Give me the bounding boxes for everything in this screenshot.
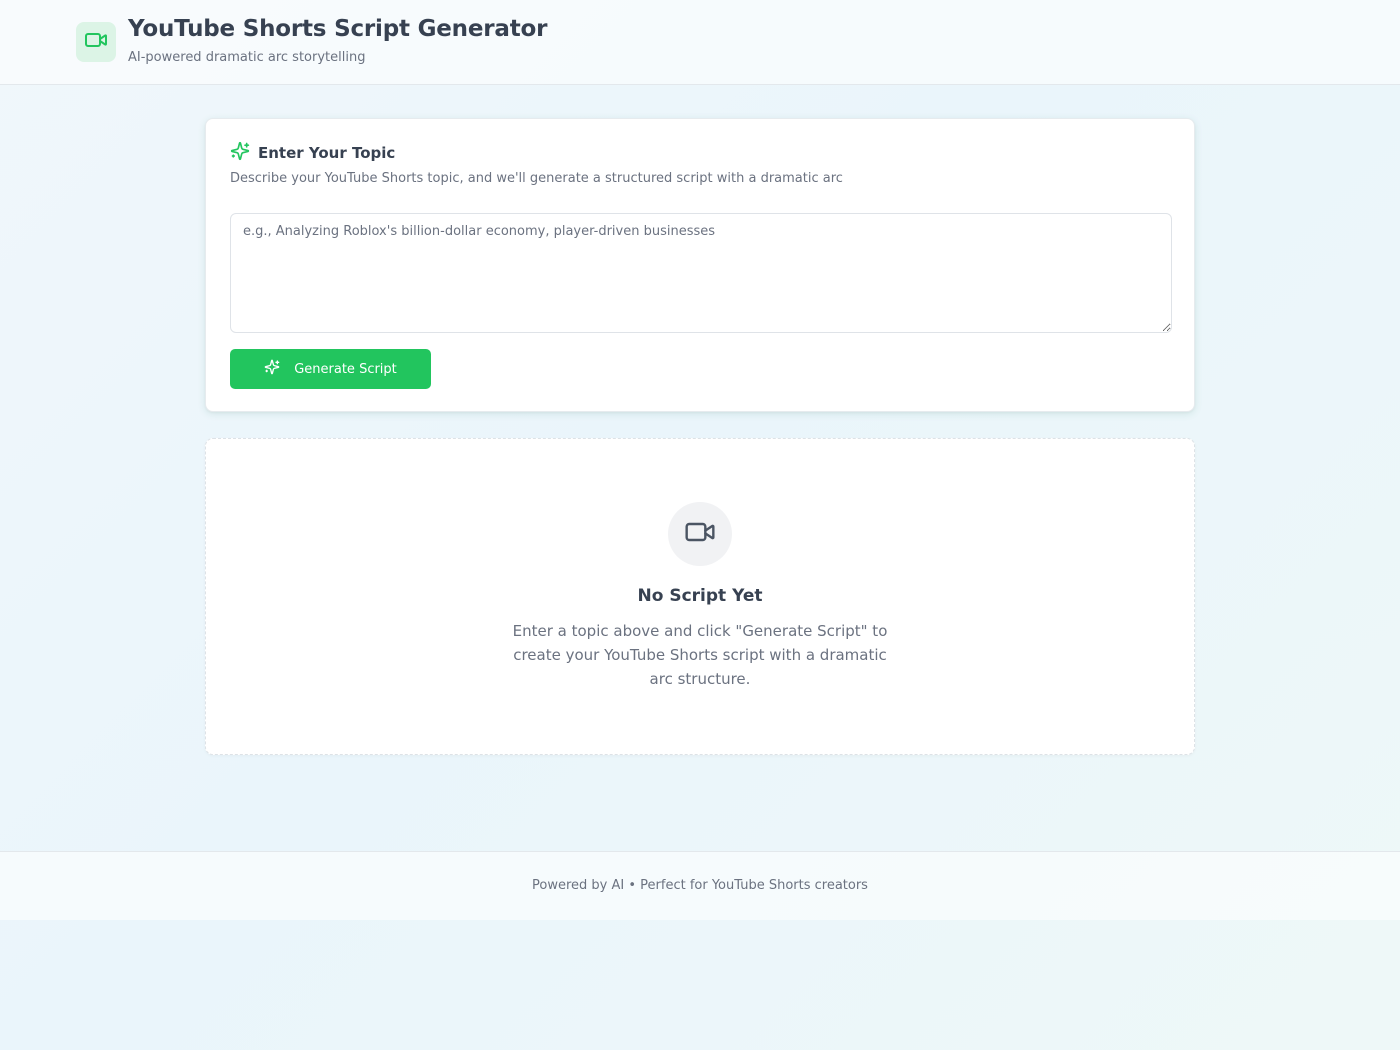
generate-script-button-label: Generate Script (294, 361, 397, 377)
sparkles-icon (264, 359, 280, 379)
generate-script-button[interactable]: Generate Script (230, 349, 431, 389)
topic-card-title: Enter Your Topic (258, 144, 396, 162)
sparkles-icon (230, 141, 250, 165)
footer-text: Powered by AI • Perfect for YouTube Shor… (532, 878, 868, 893)
topic-card-header: Enter Your Topic (230, 141, 396, 165)
empty-state-card: No Script Yet Enter a topic above and cl… (205, 438, 1195, 755)
empty-state-description: Enter a topic above and click "Generate … (512, 622, 888, 688)
topic-input[interactable] (230, 213, 1172, 333)
video-camera-icon (84, 28, 108, 56)
video-camera-icon (684, 516, 716, 552)
app-subtitle: AI-powered dramatic arc storytelling (128, 50, 366, 65)
empty-state-icon-circle (668, 502, 732, 566)
app-header: YouTube Shorts Script Generator AI-power… (0, 0, 1400, 85)
topic-card-description: Describe your YouTube Shorts topic, and … (230, 171, 843, 186)
empty-state-title: No Script Yet (637, 586, 763, 606)
app-footer: Powered by AI • Perfect for YouTube Shor… (0, 851, 1400, 920)
logo-badge (76, 22, 116, 62)
app-title: YouTube Shorts Script Generator (128, 16, 548, 42)
topic-card: Enter Your Topic Describe your YouTube S… (205, 118, 1195, 412)
